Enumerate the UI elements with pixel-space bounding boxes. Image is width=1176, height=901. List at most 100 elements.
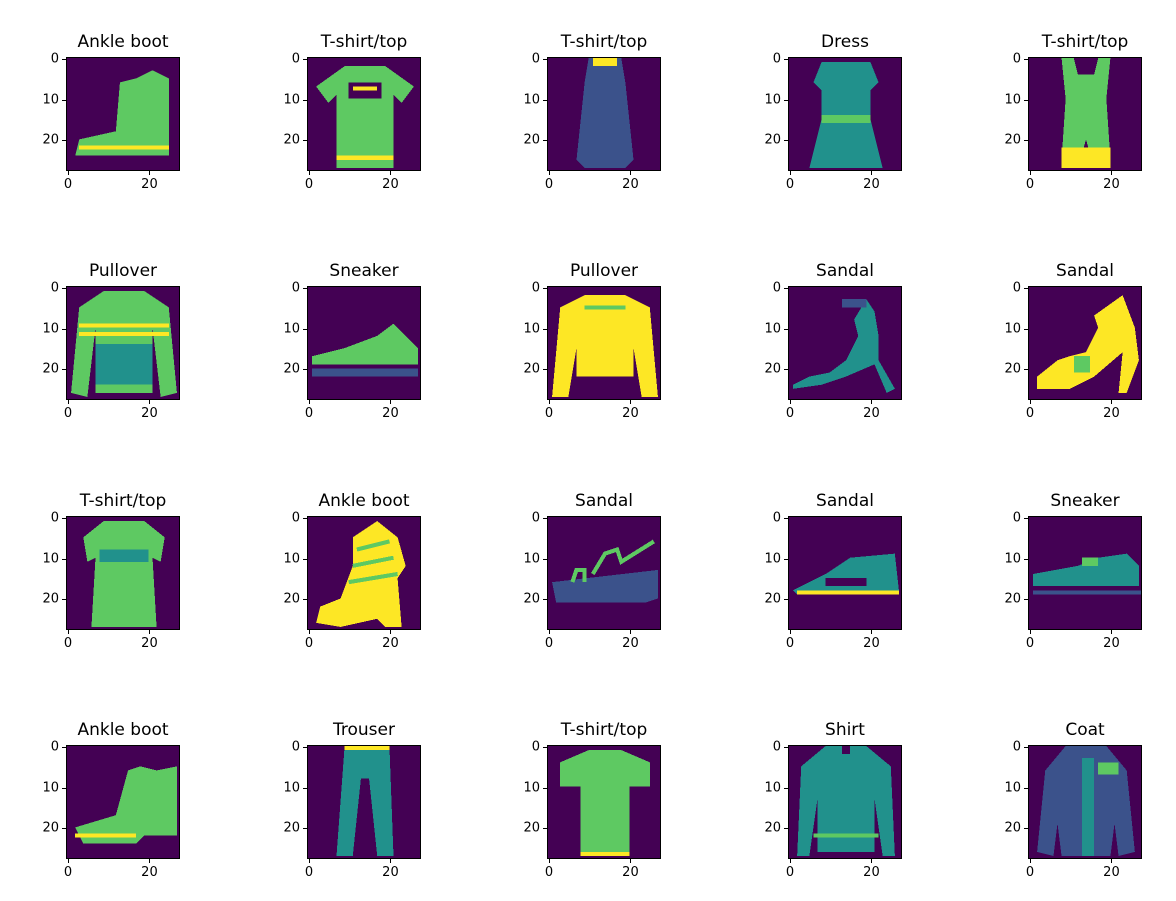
y-tick-label: 0 [50, 739, 59, 755]
fashion-image [1028, 57, 1142, 171]
subplot-title: Dress [821, 32, 869, 52]
x-tick [1030, 400, 1032, 404]
x-tick-label: 0 [1025, 865, 1035, 880]
x-tick-label: 20 [622, 406, 639, 421]
y-tick [1024, 59, 1028, 61]
ankle-boot-2-silhouette [75, 766, 177, 844]
y-tick [303, 747, 307, 749]
y-tick [62, 747, 66, 749]
y-tick [784, 518, 788, 520]
y-tick-label: 10 [764, 780, 781, 796]
x-tick [309, 400, 311, 404]
x-tick-label: 0 [63, 636, 73, 651]
y-tick-label: 10 [283, 780, 300, 796]
y-tick [543, 599, 547, 601]
subplot-title: Trouser [333, 720, 395, 740]
y-tick [543, 369, 547, 371]
tshirt-2-silhouette [560, 750, 650, 856]
y-tick-label: 10 [1004, 321, 1021, 337]
fashion-sample-grid: Ankle boot 0 10 20 0 20 T-shirt/top 0 10 20 0 20 T-s… [0, 0, 1176, 901]
x-tick-label: 0 [304, 865, 314, 880]
y-tick [303, 558, 307, 560]
y-tick-label: 0 [291, 739, 300, 755]
x-tick [1111, 630, 1113, 634]
x-tick-label: 0 [785, 636, 795, 651]
x-tick-label: 20 [622, 636, 639, 651]
subplot-title: T-shirt/top [560, 720, 648, 740]
y-tick-label: 20 [1004, 132, 1021, 148]
y-tick-label: 20 [1004, 591, 1021, 607]
x-tick-label: 0 [544, 865, 554, 880]
coat-silhouette [1037, 746, 1135, 856]
x-tick-label: 20 [863, 177, 880, 192]
y-tick-label: 20 [1004, 820, 1021, 836]
x-tick [149, 400, 151, 404]
x-tick [309, 630, 311, 634]
y-tick-label: 0 [50, 51, 59, 67]
subplot-title: T-shirt/top [320, 32, 408, 52]
y-tick [784, 558, 788, 560]
x-tick [68, 171, 70, 175]
sandal-heel-2-silhouette [1037, 295, 1139, 393]
x-tick [1030, 171, 1032, 175]
x-tick [1111, 171, 1113, 175]
y-tick-label: 10 [42, 92, 59, 108]
x-tick [149, 630, 151, 634]
x-tick [790, 171, 792, 175]
y-tick [784, 599, 788, 601]
x-tick-label: 0 [544, 177, 554, 192]
y-tick [303, 288, 307, 290]
y-tick-label: 0 [772, 739, 781, 755]
y-tick-label: 0 [291, 280, 300, 296]
y-tick-label: 20 [523, 591, 540, 607]
subplot-title: Sandal [575, 491, 633, 511]
y-tick [303, 328, 307, 330]
x-tick [790, 630, 792, 634]
y-tick-label: 0 [291, 510, 300, 526]
y-tick [1024, 518, 1028, 520]
y-tick-label: 10 [523, 780, 540, 796]
x-tick [549, 859, 551, 863]
x-tick [871, 400, 873, 404]
y-tick-label: 0 [531, 510, 540, 526]
x-tick-label: 0 [1025, 406, 1035, 421]
y-tick [303, 787, 307, 789]
y-tick-label: 10 [1004, 92, 1021, 108]
tshirt-silhouette [316, 66, 414, 168]
x-tick-label: 20 [863, 406, 880, 421]
y-tick [543, 288, 547, 290]
y-tick [62, 328, 66, 330]
y-tick [1024, 828, 1028, 830]
y-tick [1024, 99, 1028, 101]
fashion-image [547, 516, 661, 630]
y-tick [543, 140, 547, 142]
y-tick [62, 787, 66, 789]
y-tick-label: 10 [1004, 780, 1021, 796]
y-tick-label: 0 [531, 280, 540, 296]
subplot-title: Ankle boot [318, 491, 410, 511]
x-tick-label: 20 [863, 865, 880, 880]
y-tick-label: 0 [772, 510, 781, 526]
x-tick-label: 20 [141, 406, 158, 421]
x-tick [790, 400, 792, 404]
x-tick-label: 0 [63, 177, 73, 192]
y-tick-label: 0 [50, 510, 59, 526]
y-tick-label: 20 [283, 820, 300, 836]
y-tick [1024, 140, 1028, 142]
y-tick-label: 0 [531, 51, 540, 67]
y-tick-label: 0 [291, 51, 300, 67]
y-tick [1024, 558, 1028, 560]
x-tick-label: 20 [863, 636, 880, 651]
fashion-image [66, 745, 180, 859]
sneaker-low-silhouette [1033, 553, 1141, 595]
y-tick-label: 10 [523, 321, 540, 337]
tank-top-silhouette [576, 58, 634, 168]
fashion-image [788, 57, 902, 171]
x-tick [1111, 859, 1113, 863]
y-tick-label: 0 [50, 280, 59, 296]
y-tick [543, 518, 547, 520]
x-tick [630, 171, 632, 175]
y-tick-label: 20 [764, 132, 781, 148]
x-tick [68, 859, 70, 863]
fashion-image [788, 516, 902, 630]
